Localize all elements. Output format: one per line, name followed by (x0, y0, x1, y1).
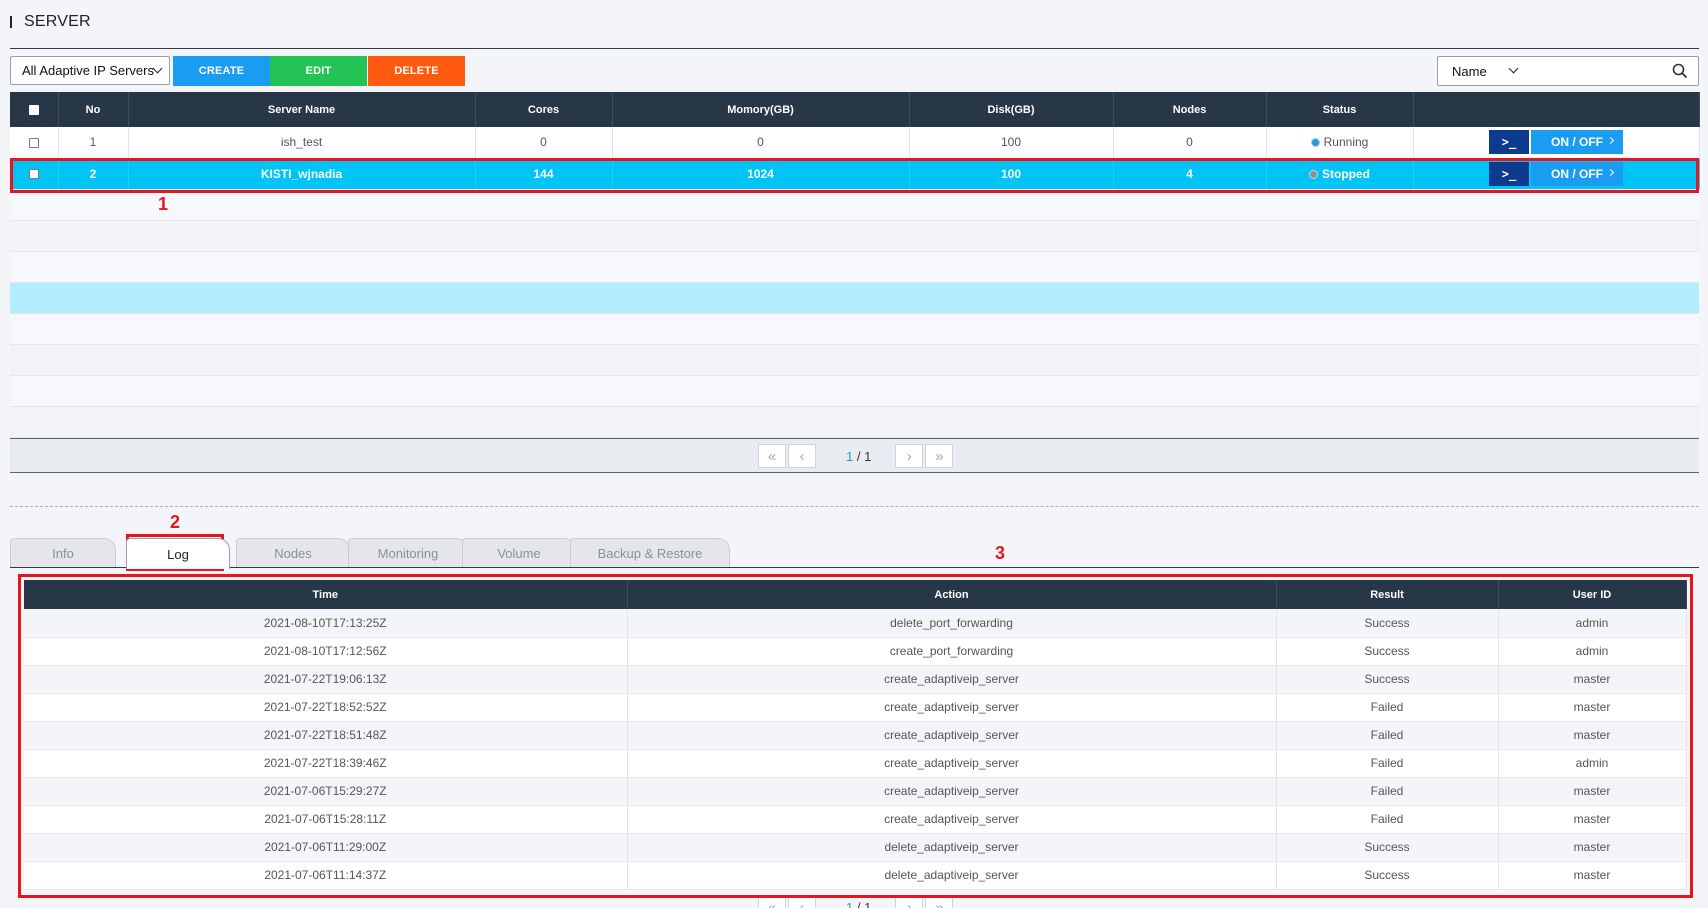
cores: 0 (475, 127, 613, 159)
server-pagination: « ‹ 1 / 1 › » (758, 444, 955, 468)
column-header[interactable]: Cores (475, 92, 613, 127)
select-all-cell (10, 92, 59, 127)
server-filter-select[interactable]: All Adaptive IP Servers (10, 56, 170, 85)
page-indicator: 1 / 1 (846, 900, 871, 908)
row-checkbox[interactable] (28, 138, 39, 149)
nodes: 0 (1113, 127, 1267, 159)
status-running-icon (1310, 138, 1320, 148)
first-page-icon[interactable]: « (758, 444, 786, 468)
last-page-icon[interactable]: » (925, 444, 954, 468)
chevron-down-icon[interactable] (1508, 63, 1519, 74)
empty-row-hover (10, 282, 1699, 314)
server-name: ish_test (128, 127, 476, 159)
row-no: 1 (58, 127, 129, 159)
actions-header (1413, 92, 1700, 127)
empty-row (10, 189, 1699, 221)
annotation-box-3 (18, 574, 1693, 898)
power-toggle-label: ON / OFF (1551, 135, 1603, 150)
prev-page-icon[interactable]: ‹ (788, 444, 816, 468)
disk: 100 (909, 127, 1114, 159)
actions-cell: >_ ON / OFF (1413, 127, 1700, 159)
empty-row (10, 220, 1699, 252)
memory: 0 (612, 127, 910, 159)
table-row[interactable]: 1 ish_test 0 0 100 0 Running >_ ON / OFF (10, 127, 1700, 159)
search-icon[interactable] (1672, 63, 1688, 79)
column-header[interactable]: Disk(GB) (909, 92, 1114, 127)
title-accent-bar (10, 16, 12, 28)
row-checkbox-cell (10, 127, 59, 159)
toolbar: All Adaptive IP Servers CREATE EDIT DELE… (10, 56, 1699, 86)
column-header[interactable]: No (58, 92, 129, 127)
search-criteria-select[interactable]: Name (1452, 64, 1487, 79)
section-divider (10, 506, 1699, 507)
empty-row (10, 313, 1699, 345)
tab-nodes[interactable]: Nodes (236, 538, 350, 567)
server-filter-value: All Adaptive IP Servers (22, 63, 154, 78)
total-pages: 1 (864, 448, 872, 464)
title-divider (10, 48, 1699, 49)
select-all-checkbox[interactable] (28, 104, 39, 115)
power-toggle-button[interactable]: ON / OFF (1531, 130, 1623, 155)
tab-info[interactable]: Info (10, 538, 116, 567)
total-pages: 1 (864, 899, 872, 908)
page-title: SERVER (24, 13, 91, 30)
edit-button[interactable]: EDIT (270, 56, 367, 86)
annotation-label-1: 1 (158, 194, 169, 214)
page-separator: / (853, 448, 865, 464)
status-text: Running (1323, 135, 1369, 150)
column-header[interactable]: Status (1266, 92, 1414, 127)
annotation-box-1 (10, 158, 1699, 193)
next-page-icon[interactable]: › (895, 444, 924, 468)
annotation-label-2: 2 (170, 512, 181, 532)
status-cell: Running (1266, 127, 1414, 159)
empty-row (10, 375, 1699, 407)
search-input[interactable] (1526, 61, 1666, 81)
server-table: No Server Name Cores Momory(GB) Disk(GB)… (10, 92, 1700, 438)
column-header[interactable]: Momory(GB) (612, 92, 910, 127)
chevron-right-icon (1606, 137, 1615, 145)
create-button[interactable]: CREATE (173, 56, 270, 86)
column-header[interactable]: Server Name (128, 92, 476, 127)
empty-row (10, 406, 1699, 438)
delete-button[interactable]: DELETE (368, 56, 465, 86)
page-separator: / (853, 899, 865, 908)
server-table-header: No Server Name Cores Momory(GB) Disk(GB)… (10, 92, 1700, 127)
column-header[interactable]: Nodes (1113, 92, 1267, 127)
terminal-button[interactable]: >_ (1489, 130, 1529, 155)
empty-row (10, 251, 1699, 283)
tab-panel-border (10, 567, 1699, 568)
tab-log[interactable]: Log (126, 538, 230, 569)
detail-tabs: Info Log Nodes Monitoring Volume Backup … (10, 538, 810, 570)
page-indicator: 1 / 1 (846, 449, 871, 464)
page-title-wrapper: SERVER (10, 12, 91, 32)
chevron-down-icon (152, 63, 163, 74)
tab-volume[interactable]: Volume (462, 538, 576, 567)
tab-backup-restore[interactable]: Backup & Restore (570, 538, 730, 567)
search-box: Name (1437, 56, 1699, 86)
annotation-label-3: 3 (995, 543, 1006, 563)
empty-row (10, 344, 1699, 376)
tab-monitoring[interactable]: Monitoring (348, 538, 468, 567)
